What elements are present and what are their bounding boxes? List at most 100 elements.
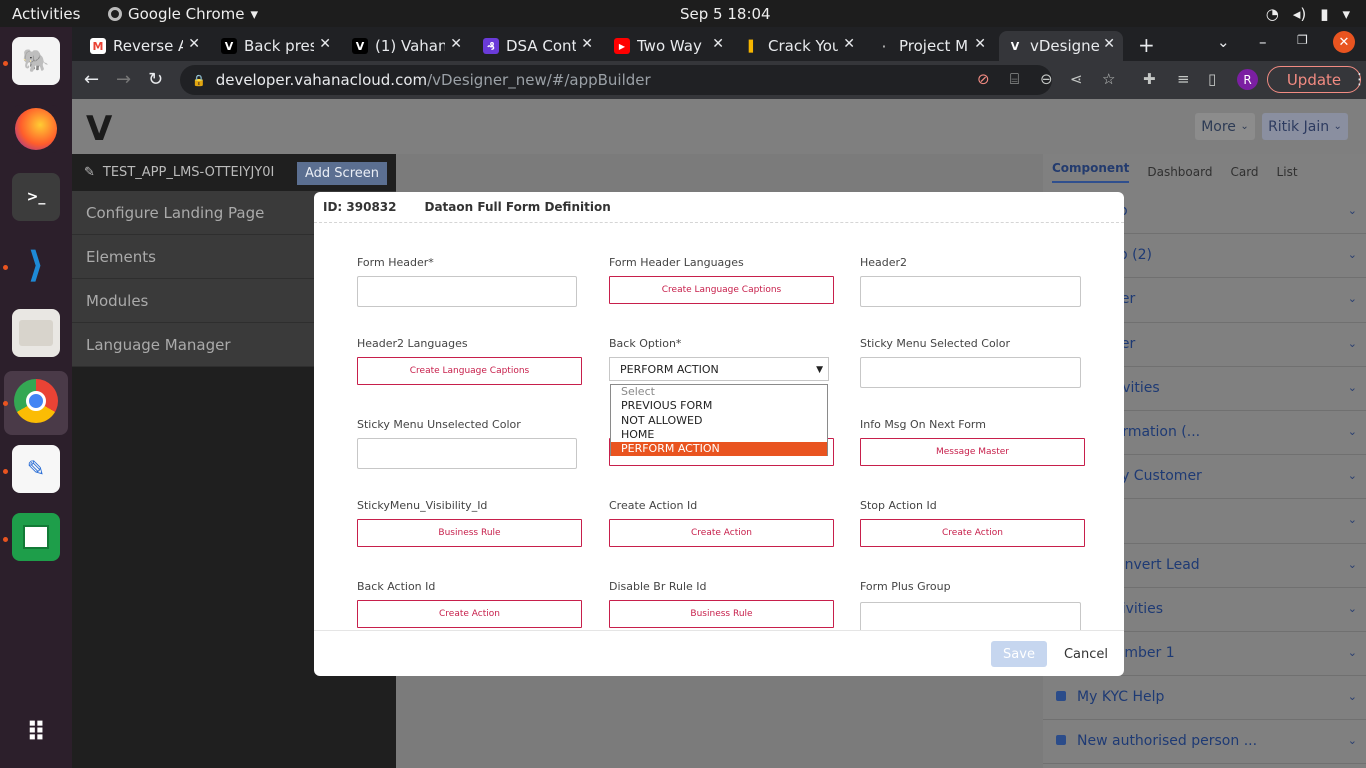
new-tab-button[interactable]: + [1138, 33, 1155, 57]
create-language-captions-button[interactable]: Create Language Captions [609, 276, 834, 304]
pgadmin-icon[interactable]: 🐘 [12, 37, 60, 85]
more-menu-button[interactable]: More ⌄ [1195, 113, 1255, 140]
add-screen-button[interactable]: Add Screen [297, 162, 387, 185]
component-icon [1056, 691, 1066, 702]
sticky-menu-selected-color-input[interactable] [860, 357, 1081, 388]
text-editor-icon[interactable]: ✎ [12, 445, 60, 493]
sticky-menu-visibility-label: StickyMenu_Visibility_Id [357, 499, 488, 512]
dropdown-option[interactable]: PREVIOUS FORM [611, 399, 827, 413]
browser-tab[interactable]: V Back pres ✕ [213, 31, 339, 61]
browser-tab[interactable]: V (1) Vahan ✕ [344, 31, 470, 61]
component-item[interactable]: My KYC Help ⌄ [1043, 676, 1366, 721]
close-icon[interactable]: ✕ [188, 36, 200, 52]
reload-icon[interactable]: ↻ [148, 69, 163, 90]
address-bar[interactable]: 🔒 developer.vahanacloud.com/vDesigner_ne… [180, 65, 1115, 95]
profile-avatar[interactable]: R [1237, 69, 1258, 90]
extensions-icon[interactable]: ✚ [1143, 70, 1156, 88]
edit-icon[interactable]: ✎ [84, 165, 95, 180]
dropdown-option[interactable]: NOT ALLOWED [611, 414, 827, 428]
zoom-icon[interactable]: ⊖ [1040, 70, 1053, 88]
back-icon[interactable]: ← [84, 69, 99, 90]
browser-tab[interactable]: M Reverse A ✕ [82, 31, 208, 61]
side-panel-icon[interactable]: ▯ [1208, 70, 1216, 88]
maximize-icon[interactable]: ❐ [1297, 33, 1308, 47]
dropdown-option[interactable]: HOME [611, 428, 827, 442]
wifi-icon: ◔ [1265, 5, 1279, 23]
header2-label: Header2 [860, 256, 908, 269]
sticky-menu-unselected-color-input[interactable] [357, 438, 577, 469]
browser-tab[interactable]: · Project M ✕ [868, 31, 994, 61]
running-indicator [3, 469, 8, 474]
modal-id: ID: 390832 [323, 200, 397, 214]
tab-list[interactable]: List [1277, 165, 1298, 179]
forward-icon[interactable]: → [116, 69, 131, 90]
translate-icon[interactable]: ⌸ [1010, 70, 1019, 88]
firefox-icon[interactable] [12, 105, 60, 153]
vahana-icon: V [221, 38, 237, 54]
chevron-down-icon: ⌄ [1347, 469, 1357, 483]
window-close-button[interactable]: ✕ [1333, 31, 1355, 53]
close-icon[interactable]: ✕ [712, 36, 724, 52]
app-title-row: ✎ TEST_APP_LMS-OTTEIYJY0I Add Screen [72, 154, 396, 191]
chevron-down-icon: ▼ [816, 365, 823, 375]
save-button[interactable]: Save [991, 641, 1047, 667]
close-icon[interactable]: ✕ [319, 36, 331, 52]
form-definition-modal: ID: 390832 Dataon Full Form Definition F… [314, 192, 1124, 676]
tab-dashboard[interactable]: Dashboard [1147, 165, 1212, 179]
tab-card[interactable]: Card [1230, 165, 1258, 179]
battery-icon: ▮ [1320, 5, 1329, 23]
clock[interactable]: Sep 5 18:04 [680, 5, 771, 23]
close-icon[interactable]: ✕ [1103, 36, 1115, 52]
create-language-captions-button[interactable]: Create Language Captions [357, 357, 582, 385]
create-action-button[interactable]: Create Action [357, 600, 582, 628]
project-icon: · [881, 39, 887, 53]
close-icon[interactable]: ✕ [974, 36, 986, 52]
url-host: developer.vahanacloud.com [215, 71, 428, 89]
blocked-popup-icon[interactable]: ⊘ [977, 70, 990, 88]
app-menu[interactable]: Google Chrome ▾ [108, 5, 258, 23]
browser-tab[interactable]: ₰ DSA Cont ✕ [475, 31, 601, 61]
close-icon[interactable]: ✕ [581, 36, 593, 52]
form-header-input[interactable] [357, 276, 577, 307]
kebab-menu-icon[interactable]: ⋮ [1352, 70, 1366, 88]
browser-tab[interactable]: ▶ Two Way I ✕ [606, 31, 732, 61]
reading-list-icon[interactable]: ≡ [1177, 70, 1190, 88]
create-action-button[interactable]: Create Action [860, 519, 1085, 547]
header2-input[interactable] [860, 276, 1081, 307]
business-rule-button[interactable]: Business Rule [609, 600, 834, 628]
browser-tab-active[interactable]: VvDesigne ✕ [999, 31, 1123, 61]
tab-component[interactable]: Component [1052, 161, 1130, 183]
component-item[interactable]: New authorised person ... ⌄ [1043, 720, 1366, 765]
url-path: /vDesigner_new/#/appBuilder [427, 71, 651, 89]
user-menu-button[interactable]: Ritik Jain ⌄ [1262, 113, 1348, 140]
close-icon[interactable]: ✕ [450, 36, 462, 52]
app-grid-icon[interactable]: ⠿ [12, 709, 60, 757]
cancel-button[interactable]: Cancel [1061, 641, 1111, 667]
dropdown-option[interactable]: Select [611, 385, 827, 399]
tab-search-icon[interactable]: ⌄ [1217, 33, 1230, 51]
running-indicator [3, 265, 8, 270]
close-icon[interactable]: ✕ [843, 36, 855, 52]
bookmark-star-icon[interactable]: ☆ [1102, 70, 1115, 88]
modal-title: Dataon Full Form Definition [424, 200, 611, 214]
create-action-button[interactable]: Create Action [609, 519, 834, 547]
spreadsheet-icon[interactable] [12, 513, 60, 561]
files-icon[interactable] [12, 309, 60, 357]
chrome-icon[interactable] [12, 377, 60, 425]
business-rule-button[interactable]: Business Rule [357, 519, 582, 547]
terminal-icon[interactable]: >_ [12, 173, 60, 221]
vscode-icon[interactable]: ⟩ [12, 241, 60, 289]
activities-button[interactable]: Activities [12, 5, 80, 23]
back-option-select[interactable]: PERFORM ACTION ▼ [609, 357, 829, 381]
share-icon[interactable]: ⋖ [1070, 70, 1083, 88]
modal-header: ID: 390832 Dataon Full Form Definition [314, 192, 1124, 223]
system-tray[interactable]: ◔ ◂) ▮ ▾ [1266, 5, 1350, 23]
dropdown-option-selected[interactable]: PERFORM ACTION [611, 442, 827, 457]
app-header: V More ⌄ Ritik Jain ⌄ [72, 99, 1366, 154]
update-button[interactable]: Update [1267, 66, 1361, 93]
browser-tab[interactable]: ▌ Crack You ✕ [737, 31, 863, 61]
chevron-down-icon: ⌄ [1347, 336, 1357, 350]
form-plus-group-input[interactable] [860, 602, 1081, 630]
message-master-button[interactable]: Message Master [860, 438, 1085, 466]
minimize-icon[interactable]: – [1259, 33, 1267, 51]
